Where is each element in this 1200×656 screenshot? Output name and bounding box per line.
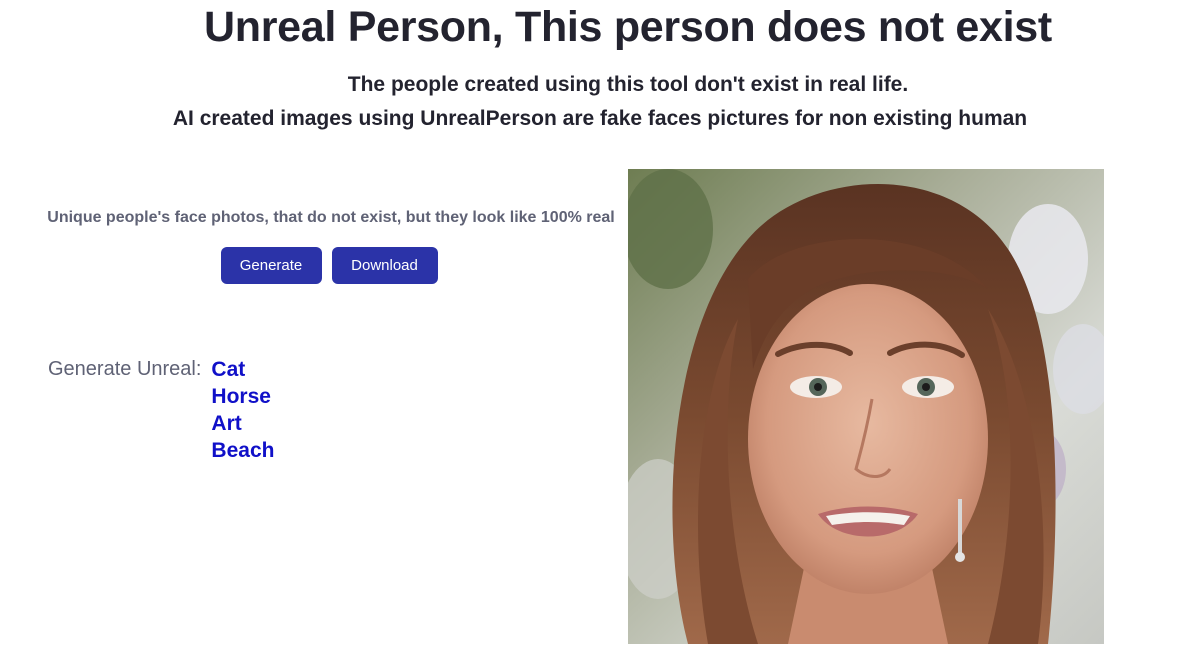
generate-unreal-section: Generate Unreal: Cat Horse Art Beach: [48, 356, 274, 464]
generated-face-image: [628, 169, 1104, 644]
page: Unreal Person, This person does not exis…: [0, 0, 1200, 656]
controls-panel: Unique people's face photos, that do not…: [36, 206, 626, 284]
generate-unreal-links: Cat Horse Art Beach: [211, 356, 274, 464]
subtitle-line-2: AI created images using UnrealPerson are…: [172, 107, 1028, 130]
generate-link-art[interactable]: Art: [211, 410, 274, 437]
subtitle-line-1: The people created using this tool don't…: [347, 73, 909, 96]
portrait-photo-icon: [628, 169, 1104, 644]
generate-link-beach[interactable]: Beach: [211, 437, 274, 464]
download-button[interactable]: Download: [331, 247, 438, 284]
button-row: Generate Download: [36, 247, 626, 284]
tagline: Unique people's face photos, that do not…: [47, 209, 615, 226]
generate-link-horse[interactable]: Horse: [211, 383, 274, 410]
generate-unreal-label: Generate Unreal:: [48, 358, 202, 380]
page-title: Unreal Person, This person does not exis…: [204, 3, 1052, 51]
generate-link-cat[interactable]: Cat: [211, 356, 274, 383]
generate-button[interactable]: Generate: [220, 247, 322, 284]
